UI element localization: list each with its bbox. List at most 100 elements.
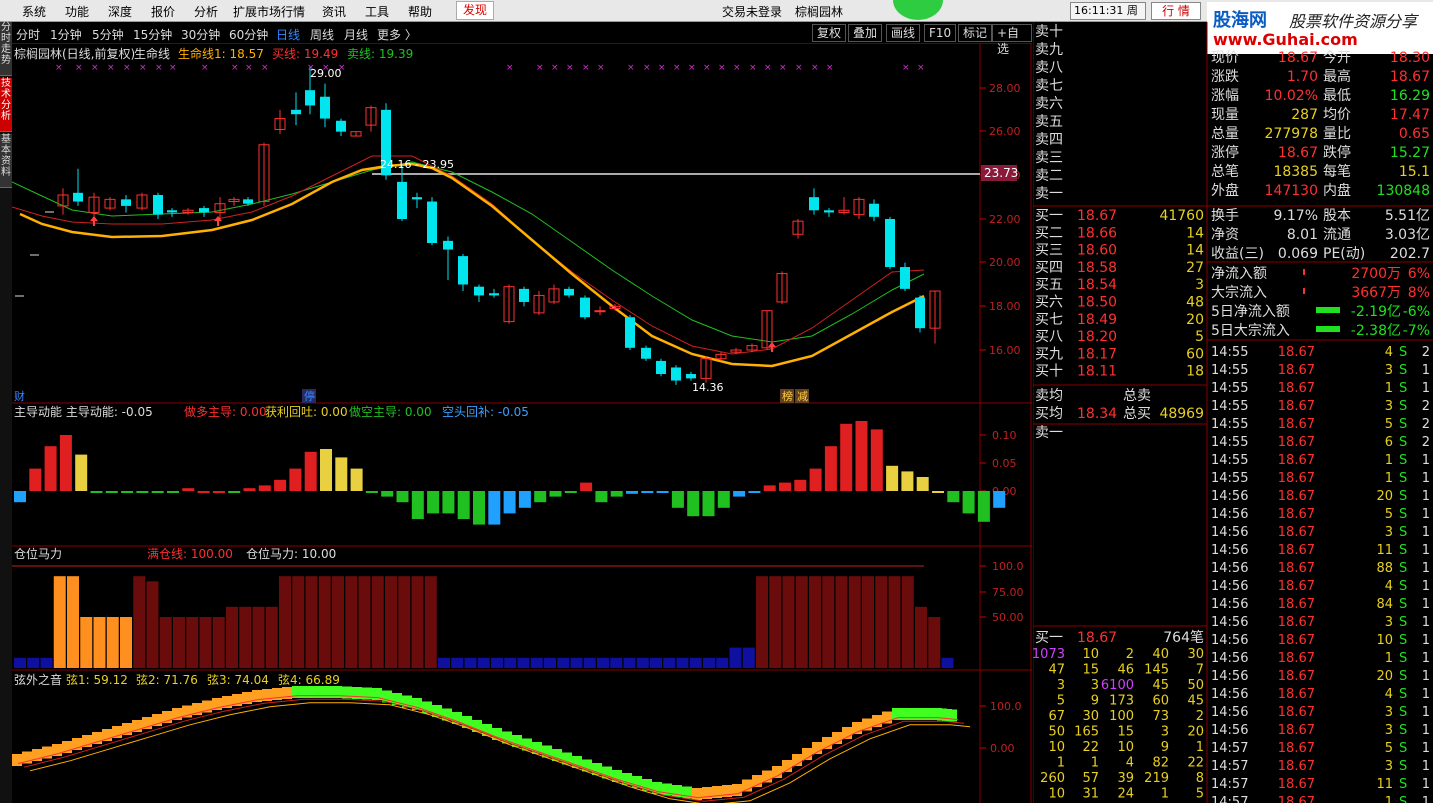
chart-area[interactable]: 棕榈园林(日线,前复权) 生命线 生命线1: 18.57 买线: 19.49 卖… <box>11 44 1032 803</box>
period-day[interactable]: 日线 <box>276 26 300 43</box>
sub1-bar <box>702 491 715 517</box>
tag-list: 榜 <box>782 389 793 403</box>
trade-status[interactable]: 交易未登录 <box>722 3 782 20</box>
tick-price: 18.67 <box>1278 363 1315 378</box>
sub1-bar <box>411 491 424 519</box>
tick-volume: 4 <box>1385 345 1393 360</box>
queue-cell: 9 <box>1091 694 1099 709</box>
buy-level-label: 买八 <box>1035 329 1063 345</box>
tab-intraday[interactable]: 分时走势 <box>0 22 12 76</box>
candle-body-down <box>869 203 879 217</box>
sub3-tick-label: 0.00 <box>990 742 1015 755</box>
menu-tools[interactable]: 工具 <box>365 3 389 20</box>
menu-news[interactable]: 资讯 <box>322 3 346 20</box>
sell-level-label: 卖九 <box>1035 42 1063 58</box>
tick-time: 14:56 <box>1211 705 1248 720</box>
sell-level-label: 卖六 <box>1035 96 1063 112</box>
tick-side: S <box>1399 543 1407 558</box>
signal-x-mark: × <box>764 63 772 73</box>
sub3-block <box>302 686 312 698</box>
tick-count: 1 <box>1422 669 1430 684</box>
queue-cell: 6100 <box>1101 678 1134 693</box>
flow-label: 大宗流入 <box>1211 285 1267 301</box>
signal-x-mark: × <box>582 63 590 73</box>
tick-count: 1 <box>1422 705 1430 720</box>
sub1-bar <box>228 491 241 493</box>
candle-body-down <box>900 267 910 289</box>
period-30min[interactable]: 30分钟 <box>181 26 220 43</box>
sub1-bar <box>824 446 837 491</box>
tick-count: 1 <box>1422 525 1430 540</box>
menu-system[interactable]: 系统 <box>22 3 46 20</box>
sub2-bar <box>252 606 265 668</box>
fund-label: 股本 <box>1323 208 1351 224</box>
sub1-bar <box>518 491 531 508</box>
chart-svg[interactable]: 棕榈园林(日线,前复权) 生命线 生命线1: 18.57 买线: 19.49 卖… <box>11 44 1032 803</box>
tick-count: 1 <box>1422 561 1430 576</box>
menu-quote[interactable]: 报价 <box>151 3 175 20</box>
tick-count: 1 <box>1422 759 1430 774</box>
tick-volume: 1 <box>1385 795 1393 803</box>
add-favorite-button[interactable]: +自选 <box>992 24 1032 56</box>
stat-label: 最低 <box>1323 88 1351 104</box>
signal-x-mark: × <box>658 63 666 73</box>
sell-level-label: 卖三 <box>1035 150 1063 166</box>
candle-body-down <box>167 210 177 213</box>
flow-label: 5日大宗流入 <box>1211 323 1290 339</box>
tick-count: 1 <box>1422 543 1430 558</box>
buy-level-label: 买五 <box>1035 277 1063 293</box>
sub2-bar <box>822 576 835 668</box>
tag-reduce: 减 <box>797 390 808 403</box>
tab-fundamental[interactable]: 基本资料 <box>0 134 12 188</box>
stat-label: 每笔 <box>1323 164 1351 180</box>
sub1-legend-short: 做空主导: 0.00 <box>349 404 432 419</box>
sub2-bar <box>689 657 702 668</box>
adjust-button[interactable]: 复权 <box>812 24 847 42</box>
queue-cell: 10 <box>1048 787 1065 802</box>
period-intraday[interactable]: 分时 <box>16 26 40 43</box>
f10-button[interactable]: F10 <box>924 24 957 42</box>
sub2-bar <box>782 576 795 668</box>
tick-volume: 3 <box>1385 759 1393 774</box>
tick-volume: 20 <box>1376 489 1393 504</box>
draw-button[interactable]: 画线 <box>886 24 921 42</box>
period-60min[interactable]: 60分钟 <box>229 26 268 43</box>
mark-button[interactable]: 标记 <box>958 24 993 42</box>
tick-time: 14:56 <box>1211 543 1248 558</box>
tick-side: S <box>1399 381 1407 396</box>
period-more[interactable]: 更多 〉 <box>377 26 417 43</box>
stat-label: 总量 <box>1211 126 1239 142</box>
sub1-bar <box>886 465 899 491</box>
menu-depth[interactable]: 深度 <box>108 3 132 20</box>
sub2-bar <box>729 647 742 668</box>
buy-arrow-icon <box>768 342 776 352</box>
candle-body-down <box>885 219 895 268</box>
stat-label: 量比 <box>1323 126 1351 142</box>
period-1min[interactable]: 1分钟 <box>50 26 82 43</box>
menu-ext-market[interactable]: 扩展市场行情 <box>233 3 305 20</box>
period-5min[interactable]: 5分钟 <box>92 26 124 43</box>
signal-x-mark: × <box>597 63 605 73</box>
sub1-bar <box>320 449 332 491</box>
menu-function[interactable]: 功能 <box>65 3 89 20</box>
overlay-button[interactable]: 叠加 <box>848 24 883 42</box>
sell-level-label: 卖七 <box>1035 78 1063 94</box>
sub2-bar <box>146 581 159 668</box>
period-week[interactable]: 周线 <box>310 26 334 43</box>
menu-help[interactable]: 帮助 <box>408 3 432 20</box>
discover-button[interactable]: 发现 <box>456 1 495 20</box>
tick-volume: 3 <box>1385 615 1393 630</box>
sub2-bar <box>570 657 583 668</box>
sub1-bar <box>14 491 26 503</box>
price-tick-label: 16.00 <box>989 344 1021 357</box>
period-month[interactable]: 月线 <box>344 26 368 43</box>
tab-technical[interactable]: 技术分析 <box>0 78 12 132</box>
period-15min[interactable]: 15分钟 <box>133 26 172 43</box>
tag-halt: 停 <box>304 389 315 403</box>
sub2-bar <box>623 657 636 668</box>
flow-label: 5日净流入额 <box>1211 304 1290 320</box>
menu-analysis[interactable]: 分析 <box>194 3 218 20</box>
sub2-bar <box>676 657 689 668</box>
quote-button[interactable]: 行 情 <box>1151 2 1201 20</box>
buy-level-label: 买七 <box>1035 312 1063 328</box>
